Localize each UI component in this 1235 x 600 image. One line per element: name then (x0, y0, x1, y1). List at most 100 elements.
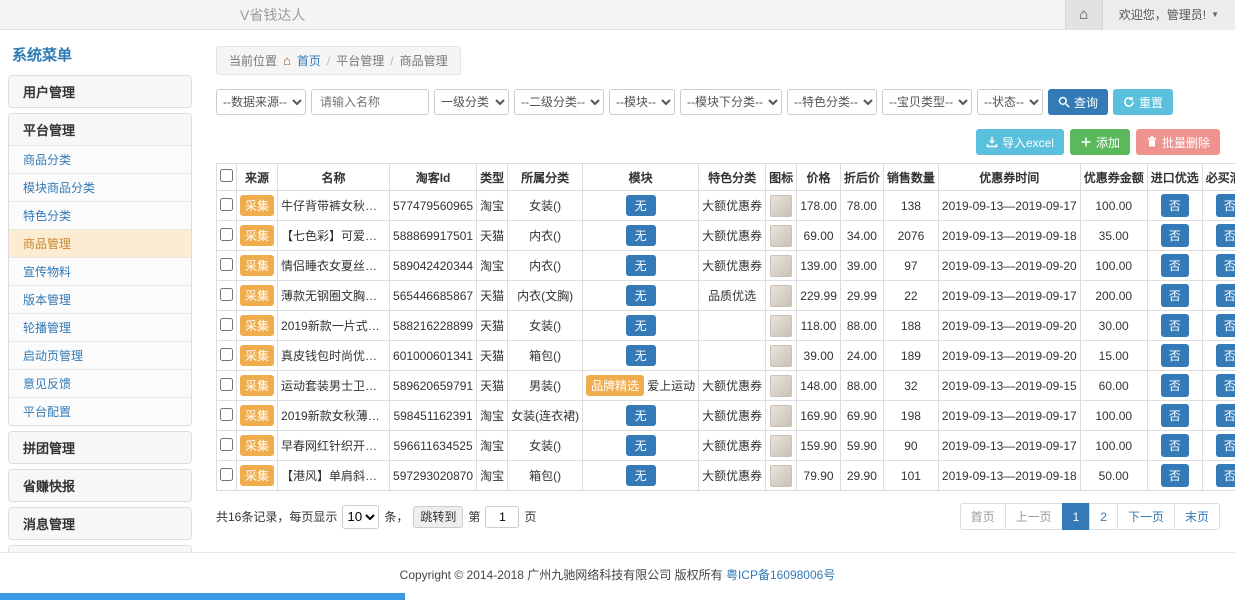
sidebar-subitem-splash-page-management[interactable]: 启动页管理 (9, 341, 191, 369)
toggle-mustbuy-button[interactable]: 否 (1216, 404, 1235, 427)
row-checkbox[interactable] (220, 438, 233, 451)
sidebar-subitem-module-product-category[interactable]: 模块商品分类 (9, 173, 191, 201)
toggle-mustbuy-button[interactable]: 否 (1216, 254, 1235, 277)
horizontal-scrollbar-thumb[interactable] (0, 593, 405, 600)
filter-select-level2-category[interactable]: --二级分类-- (514, 89, 604, 115)
sidebar-item-save-earn-express[interactable]: 省赚快报 (9, 470, 191, 501)
cell-name: 真皮钱包时尚优雅女士... (278, 341, 390, 371)
reset-button[interactable]: 重置 (1113, 89, 1173, 115)
toggle-mustbuy-button[interactable]: 否 (1216, 314, 1235, 337)
sidebar-item-message-management[interactable]: 消息管理 (9, 508, 191, 539)
toggle-import-button[interactable]: 否 (1161, 344, 1189, 367)
row-checkbox[interactable] (220, 378, 233, 391)
cell-must_buy: 否 (1202, 341, 1235, 371)
cell-coupon_time: 2019-09-13—2019-09-17 (938, 191, 1080, 221)
row-checkbox[interactable] (220, 348, 233, 361)
toggle-import-button[interactable]: 否 (1161, 194, 1189, 217)
page-button-page-2[interactable]: 2 (1089, 503, 1118, 530)
col-header-discount: 折后价 (840, 164, 883, 191)
cell-must_buy: 否 (1202, 281, 1235, 311)
toggle-import-button[interactable]: 否 (1161, 254, 1189, 277)
cell-source: 采集 (237, 311, 278, 341)
toggle-import-button[interactable]: 否 (1161, 284, 1189, 307)
module-badge[interactable]: 无 (626, 345, 656, 366)
filter-select-module-subcategory[interactable]: --模块下分类-- (680, 89, 782, 115)
breadcrumb-item-home[interactable]: 首页 (297, 52, 321, 69)
jump-button[interactable]: 跳转到 (413, 506, 463, 528)
breadcrumb-prefix: 当前位置 (229, 52, 277, 69)
sidebar-subitem-product-category[interactable]: 商品分类 (9, 145, 191, 173)
icp-link[interactable]: 粤ICP备16098006号 (726, 568, 835, 582)
toggle-mustbuy-button[interactable]: 否 (1216, 344, 1235, 367)
toggle-mustbuy-button[interactable]: 否 (1216, 284, 1235, 307)
toggle-mustbuy-button[interactable]: 否 (1216, 374, 1235, 397)
import-excel-button[interactable]: 导入excel (976, 129, 1064, 155)
module-badge[interactable]: 无 (626, 435, 656, 456)
row-checkbox[interactable] (220, 258, 233, 271)
module-badge[interactable]: 无 (626, 315, 656, 336)
page-button-page-1[interactable]: 1 (1062, 503, 1091, 530)
cell-taoke_id: 577479560965 (390, 191, 477, 221)
toggle-mustbuy-button[interactable]: 否 (1216, 434, 1235, 457)
sidebar-subitem-platform-config[interactable]: 平台配置 (9, 397, 191, 425)
filter-select-level1-category[interactable]: 一级分类 (434, 89, 509, 115)
page-button-next[interactable]: 下一页 (1117, 503, 1175, 530)
page-button-prev[interactable]: 上一页 (1005, 503, 1063, 530)
sidebar-subitem-feedback[interactable]: 意见反馈 (9, 369, 191, 397)
module-badge[interactable]: 无 (626, 285, 656, 306)
user-menu[interactable]: 欢迎您，管理员! ▼ (1103, 0, 1235, 30)
page-number-input[interactable] (485, 506, 519, 528)
sidebar-subitem-carousel-management[interactable]: 轮播管理 (9, 313, 191, 341)
module-badge[interactable]: 无 (626, 255, 656, 276)
toggle-import-button[interactable]: 否 (1161, 464, 1189, 487)
filter-select-item-type[interactable]: --宝贝类型-- (882, 89, 972, 115)
toggle-mustbuy-button[interactable]: 否 (1216, 194, 1235, 217)
batch-delete-button[interactable]: 批量删除 (1136, 129, 1220, 155)
row-checkbox[interactable] (220, 318, 233, 331)
sidebar-item-user-management[interactable]: 用户管理 (9, 76, 191, 107)
module-badge[interactable]: 品牌精选 (586, 375, 644, 396)
row-checkbox[interactable] (220, 288, 233, 301)
home-button[interactable]: ⌂ (1065, 0, 1103, 30)
row-checkbox[interactable] (220, 198, 233, 211)
filter-select-data-source[interactable]: --数据来源-- (216, 89, 306, 115)
add-button[interactable]: 添加 (1070, 129, 1130, 155)
toggle-import-button[interactable]: 否 (1161, 224, 1189, 247)
sidebar-subitem-product-management[interactable]: 商品管理 (9, 229, 191, 257)
toggle-import-button[interactable]: 否 (1161, 434, 1189, 457)
page-button-first[interactable]: 首页 (960, 503, 1006, 530)
row-checkbox[interactable] (220, 228, 233, 241)
cell-category: 女装() (508, 311, 583, 341)
filter-input-name[interactable] (311, 89, 429, 115)
module-badge[interactable]: 无 (626, 225, 656, 246)
page-size-select[interactable]: 10 (342, 505, 379, 529)
module-badge[interactable]: 无 (626, 405, 656, 426)
cell-type: 淘宝 (477, 401, 508, 431)
sidebar-item-group-buy-management[interactable]: 拼团管理 (9, 432, 191, 463)
filter-select-status[interactable]: --状态-- (977, 89, 1043, 115)
sidebar-panel-platform-management: 平台管理商品分类模块商品分类特色分类商品管理宣传物料版本管理轮播管理启动页管理意… (8, 113, 192, 426)
row-checkbox[interactable] (220, 408, 233, 421)
select-all-checkbox[interactable] (220, 169, 233, 182)
sidebar-subitem-version-management[interactable]: 版本管理 (9, 285, 191, 313)
toggle-import-button[interactable]: 否 (1161, 314, 1189, 337)
toggle-mustbuy-button[interactable]: 否 (1216, 464, 1235, 487)
source-badge: 采集 (240, 255, 274, 276)
sidebar-subitem-feature-category[interactable]: 特色分类 (9, 201, 191, 229)
toggle-import-button[interactable]: 否 (1161, 374, 1189, 397)
toggle-import-button[interactable]: 否 (1161, 404, 1189, 427)
cell-thumb (766, 281, 797, 311)
product-image (770, 375, 792, 397)
filter-select-feature-category[interactable]: --特色分类-- (787, 89, 877, 115)
module-badge[interactable]: 无 (626, 195, 656, 216)
toggle-mustbuy-button[interactable]: 否 (1216, 224, 1235, 247)
cell-sales: 32 (883, 371, 938, 401)
sidebar-subitem-promo-material[interactable]: 宣传物料 (9, 257, 191, 285)
cell-sales: 189 (883, 341, 938, 371)
search-button[interactable]: 查询 (1048, 89, 1108, 115)
module-badge[interactable]: 无 (626, 465, 656, 486)
page-button-last[interactable]: 末页 (1174, 503, 1220, 530)
filter-select-module[interactable]: --模块-- (609, 89, 675, 115)
sidebar-item-platform-management[interactable]: 平台管理 (9, 114, 191, 145)
row-checkbox[interactable] (220, 468, 233, 481)
